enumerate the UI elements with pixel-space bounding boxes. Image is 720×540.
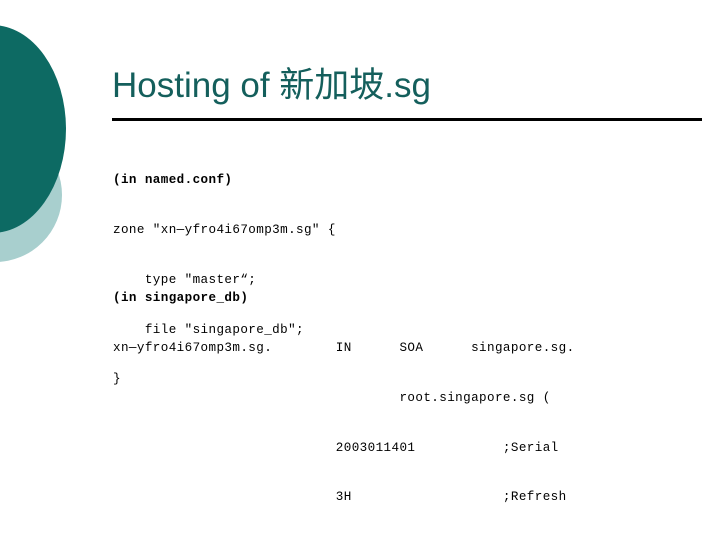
presentation-slide: Hosting of 新加坡.sg (in named.conf) zone "… [0, 0, 720, 540]
zone-file-line: xn—yfro4i67omp3m.sg. IN SOA singapore.sg… [113, 340, 575, 355]
page-title: Hosting of 新加坡.sg [112, 66, 431, 105]
zone-file-line: 3H ;Refresh [113, 490, 567, 505]
named-conf-line: zone "xn—yfro4i67omp3m.sg" { [113, 222, 336, 237]
title-divider [112, 118, 702, 121]
zone-file-line: root.singapore.sg ( [113, 390, 551, 405]
zone-file-code-block: (in singapore_db) xn—yfro4i67omp3m.sg. I… [113, 257, 598, 540]
named-conf-heading: (in named.conf) [113, 173, 233, 188]
zone-file-heading: (in singapore_db) [113, 291, 249, 306]
zone-file-line: 2003011401 ;Serial [113, 440, 559, 455]
